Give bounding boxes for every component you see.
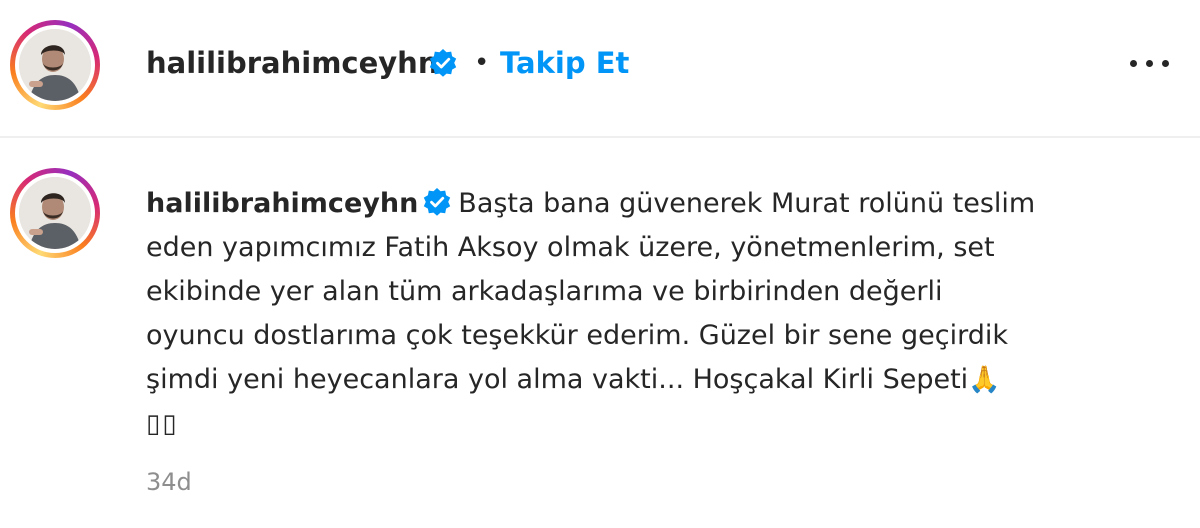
- more-dot: [1146, 60, 1153, 67]
- verified-badge-icon: [424, 188, 451, 216]
- avatar-photo: [19, 29, 91, 101]
- separator-dot: •: [474, 48, 490, 78]
- post-timestamp[interactable]: 34d: [146, 468, 192, 496]
- caption-line-5: şimdi yeni heyecanlara yol alma vakti...…: [146, 358, 1146, 402]
- header-username[interactable]: halilibrahimceyhn: [146, 46, 438, 80]
- person-silhouette-icon: [19, 29, 91, 101]
- caption-text: halilibrahimceyhn Başta bana güvenerek Mu…: [146, 182, 1146, 446]
- caption-line-6: ▯▯: [146, 402, 1146, 446]
- caption-line-4: oyuncu dostlarıma çok teşekkür ederim. G…: [146, 320, 1008, 351]
- caption-avatar[interactable]: [10, 168, 100, 258]
- avatar-border: [15, 25, 95, 105]
- caption-line-3: ekibinde yer alan tüm arkadaşlarıma ve b…: [146, 276, 943, 307]
- verified-badge-icon: [429, 49, 457, 77]
- caption-username[interactable]: halilibrahimceyhn: [146, 188, 418, 219]
- caption-line-2: eden yapımcımız Fatih Aksoy olmak üzere,…: [146, 232, 995, 263]
- caption-line-text: şimdi yeni heyecanlara yol alma vakti...…: [146, 364, 969, 395]
- avatar-border: [15, 173, 95, 253]
- follow-button[interactable]: Takip Et: [500, 46, 629, 80]
- avatar[interactable]: [10, 20, 100, 110]
- pray-emoji-icon: 🙏: [968, 365, 1001, 395]
- avatar-photo: [19, 177, 91, 249]
- more-dot: [1130, 60, 1137, 67]
- more-dot: [1162, 60, 1169, 67]
- person-silhouette-icon: [19, 177, 91, 249]
- missing-glyph-icon: ▯▯: [146, 409, 179, 439]
- caption-line-text: Başta bana güvenerek Murat rolünü teslim: [458, 188, 1036, 219]
- caption-line-1: halilibrahimceyhn Başta bana güvenerek Mu…: [146, 182, 1146, 226]
- more-options-icon[interactable]: [1126, 48, 1174, 78]
- post-header: halilibrahimceyhn • Takip Et: [0, 0, 1200, 138]
